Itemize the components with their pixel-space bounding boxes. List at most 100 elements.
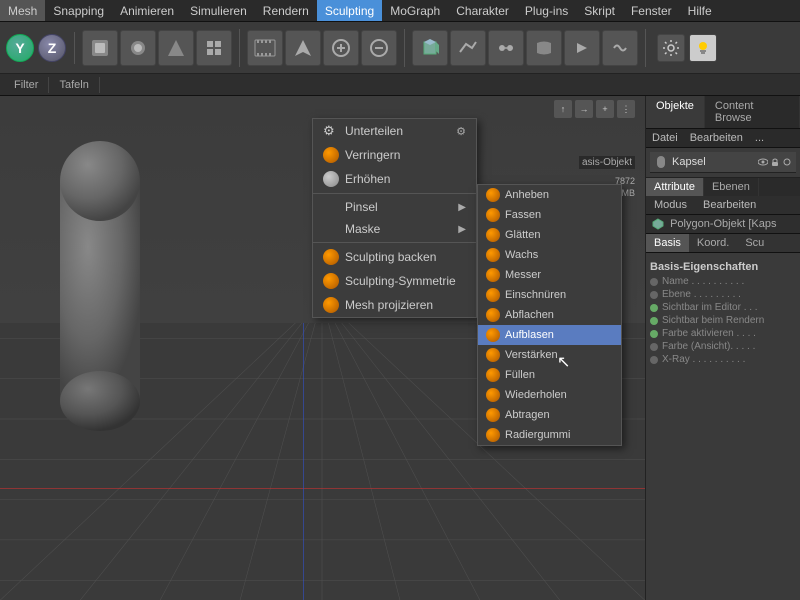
attr-menu-modus[interactable]: Modus [646,196,695,214]
vp-nav-up[interactable]: ↑ [554,100,572,118]
toolbar-btn-3[interactable] [158,30,194,66]
submenu-einschnuren[interactable]: Einschnüren [478,285,621,305]
toolbar-btn-8[interactable] [450,30,486,66]
menu-mesh-projizieren[interactable]: Mesh projizieren [313,293,476,317]
menu-mesh[interactable]: Mesh [0,0,45,21]
submenu-wiederholen[interactable]: Wiederholen [478,385,621,405]
menu-rendern[interactable]: Rendern [255,0,317,21]
toolbar-btn-9[interactable] [488,30,524,66]
menu-pinsel[interactable]: Pinsel ▶ [313,196,476,218]
submenu-verstarken[interactable]: Verstärken [478,345,621,365]
submenu-abflachen[interactable]: Abflachen [478,305,621,325]
toolbar-btn-7[interactable] [361,30,397,66]
symmetrie-icon [323,273,339,289]
gear-settings-btn[interactable] [657,34,685,62]
attr-tab-attribute[interactable]: Attribute [646,178,704,196]
capsule-row[interactable]: Kapsel [650,152,796,173]
vp-nav-zoom[interactable]: + [596,100,614,118]
submenu-glatten[interactable]: Glätten [478,225,621,245]
erhohen-icon [323,171,339,187]
aufblasen-icon [486,328,500,342]
toolbar-btn-10[interactable] [526,30,562,66]
attr-subtab-basis[interactable]: Basis [646,234,689,252]
rp-top-tabs: Objekte Content Browse [646,96,800,129]
attr-tab-ebenen[interactable]: Ebenen [704,178,759,196]
verringern-icon [323,147,339,163]
attr-name-label: Name . . . . . . . . . . [662,276,796,287]
attr-menu-row: Modus Bearbeiten [646,196,800,215]
basis-object-label: asis-Objekt [579,156,635,169]
submenu-wachs[interactable]: Wachs [478,245,621,265]
rp-datei[interactable]: Datei [646,129,684,147]
rp-bearbeiten[interactable]: Bearbeiten [684,129,749,147]
menu-plugins[interactable]: Plug-ins [517,0,576,21]
menu-skript[interactable]: Skript [576,0,623,21]
attribute-tabs: Attribute Ebenen [646,178,800,196]
objekte-area: Kapsel [646,148,800,177]
submenu-fassen[interactable]: Fassen [478,205,621,225]
menu-erhohen[interactable]: Erhöhen [313,167,476,191]
menu-animieren[interactable]: Animieren [112,0,182,21]
polygon-icon [652,218,664,230]
submenu-messer[interactable]: Messer [478,265,621,285]
menu-verringern[interactable]: Verringern [313,143,476,167]
attr-farbe-aktivieren-label: Farbe aktivieren . . . . [662,328,796,339]
menu-charakter[interactable]: Charakter [448,0,517,21]
menu-hilfe[interactable]: Hilfe [680,0,720,21]
tab-objekte[interactable]: Objekte [646,96,705,128]
z-axis-button[interactable]: Z [38,34,66,62]
farbe-ansicht-dot [650,343,658,351]
tab-content-browse[interactable]: Content Browse [705,96,800,128]
rp-more[interactable]: ... [749,129,770,147]
attr-menu-bearbeiten[interactable]: Bearbeiten [695,196,764,214]
tab-filter[interactable]: Filter [4,77,49,93]
attr-subtab-scu[interactable]: Scu [737,234,772,252]
xray-dot [650,356,658,364]
submenu-anheben[interactable]: Anheben [478,185,621,205]
verstarken-icon [486,348,500,362]
gear-btn[interactable]: ⚙ [456,125,466,138]
submenu-abtragen[interactable]: Abtragen [478,405,621,425]
menu-unterteilen[interactable]: ⚙ Unterteilen ⚙ [313,119,476,143]
toolbar-btn-5[interactable] [285,30,321,66]
attr-subtab-koord[interactable]: Koord. [689,234,737,252]
fassen-icon [486,208,500,222]
messer-icon [486,268,500,282]
toolbar-cube-btn[interactable] [412,30,448,66]
submenu-fullen[interactable]: Füllen [478,365,621,385]
main-area: ↑ → + ⋮ asis-Objekt 7872 .108 MB ⚙ Unter… [0,96,800,600]
submenu-pinsel: Anheben Fassen Glätten Wachs Messer Eins… [477,184,622,446]
menu-maske[interactable]: Maske ▶ [313,218,476,240]
viewport-3d[interactable]: ↑ → + ⋮ asis-Objekt 7872 .108 MB ⚙ Unter… [0,96,645,600]
menu-fenster[interactable]: Fenster [623,0,680,21]
sichtbar-editor-dot [650,304,658,312]
menu-sculpting[interactable]: Sculpting [317,0,382,21]
lightbulb-btn[interactable] [689,34,717,62]
sichtbar-rendern-dot [650,317,658,325]
toolbar-btn-4[interactable] [196,30,232,66]
menubar: Mesh Snapping Animieren Simulieren Rende… [0,0,800,22]
submenu-radiergummi[interactable]: Radiergummi [478,425,621,445]
radiergummi-icon [486,428,500,442]
toolbar-btn-2[interactable] [120,30,156,66]
toolbar-btn-12[interactable] [602,30,638,66]
vp-dots[interactable]: ⋮ [617,100,635,118]
menu-sculpting-backen[interactable]: Sculpting backen [313,245,476,269]
tab-tafeln[interactable]: Tafeln [49,77,99,93]
toolbar-btn-6[interactable] [323,30,359,66]
menu-snapping[interactable]: Snapping [45,0,112,21]
toolbar-film-btn[interactable] [247,30,283,66]
attr-row-name: Name . . . . . . . . . . [650,276,796,287]
backen-icon [323,249,339,265]
submenu-aufblasen[interactable]: Aufblasen [478,325,621,345]
toolbar-btn-11[interactable] [564,30,600,66]
menu-simulieren[interactable]: Simulieren [182,0,255,21]
toolbar-btn-1[interactable] [82,30,118,66]
menu-mograph[interactable]: MoGraph [382,0,448,21]
vp-nav-right[interactable]: → [575,100,593,118]
y-axis-button[interactable]: Y [6,34,34,62]
menu-sculpting-symmetrie[interactable]: Sculpting-Symmetrie [313,269,476,293]
name-dot [650,278,658,286]
attr-sichtbar-rendern-label: Sichtbar beim Rendern [662,315,796,326]
right-panel: Objekte Content Browse Datei Bearbeiten … [645,96,800,600]
